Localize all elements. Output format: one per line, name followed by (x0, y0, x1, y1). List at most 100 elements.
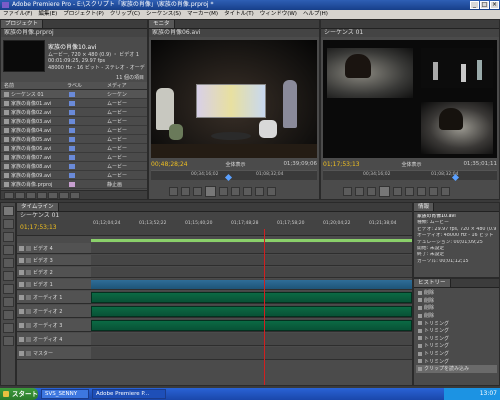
menu-item[interactable]: マーカー(M) (187, 10, 218, 19)
track-header[interactable]: ビデオ 4 (17, 243, 91, 254)
menu-item[interactable]: タイトル(T) (224, 10, 254, 19)
history-item[interactable]: トリミング (416, 350, 497, 358)
slip-tool-icon[interactable] (2, 284, 14, 294)
project-item[interactable]: 家族の肖像08.avi ムービー (1, 162, 147, 171)
track-header[interactable]: ビデオ 3 (17, 255, 91, 266)
source-timecode[interactable]: 00;48;28;24 (151, 161, 188, 168)
zoom-tool-icon[interactable] (2, 336, 14, 346)
lock-icon[interactable] (26, 245, 31, 251)
track-header[interactable]: ビデオ 2 (17, 267, 91, 278)
tab-timeline[interactable]: タイムライン (17, 203, 59, 211)
lock-icon[interactable] (26, 257, 31, 263)
slide-tool-icon[interactable] (2, 297, 14, 307)
step-back-button[interactable] (367, 186, 376, 196)
clock[interactable]: 13:07 (480, 390, 497, 397)
step-back-button[interactable] (193, 186, 202, 196)
project-item[interactable]: 家族の肖像03.avi ムービー (1, 117, 147, 126)
source-zoom-select[interactable]: 全体表示 (226, 161, 246, 168)
history-item[interactable]: 削除 (416, 297, 497, 305)
audio-clip[interactable] (91, 306, 412, 317)
tab-info[interactable]: 情報 (414, 203, 435, 211)
lock-icon[interactable] (26, 281, 31, 287)
speaker-toggle-icon[interactable] (19, 322, 24, 328)
timeline-timecode[interactable]: 01;17;53;13 (20, 224, 91, 231)
eye-toggle-icon[interactable] (19, 245, 24, 251)
playhead-marker-icon[interactable] (224, 173, 233, 182)
work-area-bar[interactable] (91, 239, 412, 242)
clear-button[interactable] (70, 191, 80, 199)
lock-icon[interactable] (26, 350, 31, 356)
track-select-tool-icon[interactable] (2, 219, 14, 229)
source-time-ruler[interactable]: 00;34;16;02 01;08;32;04 (151, 170, 317, 182)
project-item[interactable]: 家族の肖像01.avi ムービー (1, 99, 147, 108)
rate-stretch-tool-icon[interactable] (2, 258, 14, 268)
taskbar-item[interactable]: SVS_SENNY (41, 389, 89, 399)
new-bin-button[interactable] (48, 191, 58, 199)
history-item[interactable]: トリミング (416, 327, 497, 335)
audio-clip[interactable] (91, 320, 412, 331)
project-item[interactable]: 家族の肖像07.avi ムービー (1, 153, 147, 162)
safe-margins-button[interactable] (243, 186, 252, 196)
video-clip[interactable] (91, 280, 412, 289)
menu-item[interactable]: シーケンス(S) (146, 10, 181, 19)
project-item[interactable]: 家族の肖像09.avi ムービー (1, 171, 147, 180)
program-sequence-tab[interactable]: シーケンス 01 (321, 29, 499, 37)
history-item[interactable]: 削除 (416, 312, 497, 320)
step-forward-button[interactable] (219, 186, 228, 196)
eye-toggle-icon[interactable] (19, 269, 24, 275)
minimize-button[interactable]: _ (470, 1, 479, 9)
menu-item[interactable]: ヘルプ(H) (303, 10, 328, 19)
program-timecode[interactable]: 01;17;53;13 (323, 161, 360, 168)
source-clip-tab[interactable]: 家族の肖像06.avi (149, 29, 319, 37)
program-zoom-select[interactable]: 全体表示 (402, 161, 422, 168)
mark-in-button[interactable] (169, 186, 178, 196)
mark-out-button[interactable] (181, 186, 190, 196)
lock-icon[interactable] (26, 294, 31, 300)
mark-in-button[interactable] (343, 186, 352, 196)
history-item[interactable]: トリミング (416, 319, 497, 327)
lift-button[interactable] (417, 186, 426, 196)
tab-history[interactable]: ヒストリー (414, 279, 451, 287)
track-header[interactable]: オーディオ 3 (17, 319, 91, 332)
project-item[interactable]: 家族の肖像.prproj 静止画 (1, 180, 147, 189)
history-item[interactable]: 削除 (416, 289, 497, 297)
program-time-ruler[interactable]: 00;34;16;02 01;08;32;04 (323, 170, 497, 182)
play-button[interactable] (205, 185, 216, 197)
rolling-edit-tool-icon[interactable] (2, 245, 14, 255)
start-button[interactable]: スタート (0, 388, 38, 400)
history-item[interactable]: トリミング (416, 335, 497, 343)
automate-button[interactable] (26, 191, 36, 199)
column-name[interactable]: 名前 (1, 82, 67, 90)
tab-project[interactable]: プロジェクト (1, 20, 44, 28)
track-header[interactable]: マスター (17, 347, 91, 360)
track-header[interactable]: オーディオ 4 (17, 333, 91, 346)
pen-tool-icon[interactable] (2, 310, 14, 320)
new-item-button[interactable] (59, 191, 69, 199)
icon-view-button[interactable] (15, 191, 25, 199)
history-item[interactable]: トリミング (416, 342, 497, 350)
insert-button[interactable] (255, 186, 264, 196)
timeline-playhead[interactable] (264, 229, 265, 385)
play-button[interactable] (379, 185, 390, 197)
history-item[interactable]: 削除 (416, 304, 497, 312)
speaker-toggle-icon[interactable] (19, 350, 24, 356)
loop-button[interactable] (231, 186, 240, 196)
lock-icon[interactable] (26, 336, 31, 342)
extract-button[interactable] (429, 186, 438, 196)
lock-icon[interactable] (26, 322, 31, 328)
loop-button[interactable] (405, 186, 414, 196)
hand-tool-icon[interactable] (2, 323, 14, 333)
track-header[interactable]: ビデオ 1 (17, 279, 91, 290)
tab-monitor[interactable]: モニタ (149, 20, 175, 28)
mark-out-button[interactable] (355, 186, 364, 196)
taskbar-item-premiere[interactable]: Adobe Premiere P... (92, 389, 166, 399)
eye-toggle-icon[interactable] (19, 257, 24, 263)
trim-button[interactable] (441, 186, 450, 196)
menu-item[interactable]: クリップ(C) (110, 10, 140, 19)
list-view-button[interactable] (4, 191, 14, 199)
speaker-toggle-icon[interactable] (19, 308, 24, 314)
speaker-toggle-icon[interactable] (19, 294, 24, 300)
project-file-tab[interactable]: 家族の肖像.prproj (1, 29, 147, 37)
column-label[interactable]: ラベル (67, 82, 107, 90)
find-button[interactable] (37, 191, 47, 199)
